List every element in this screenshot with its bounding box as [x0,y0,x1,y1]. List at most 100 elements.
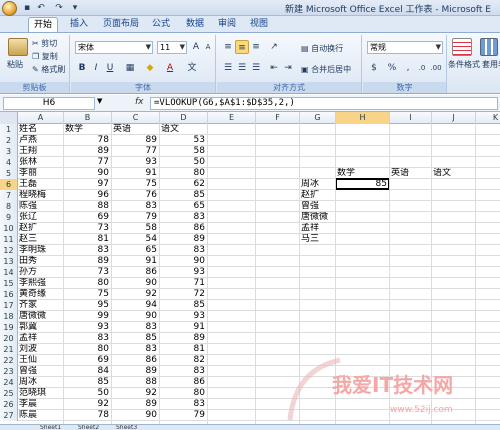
cell-c15[interactable]: 90 [112,278,160,288]
cell-g6[interactable]: 周冰 [300,179,336,189]
cell-a7[interactable]: 程晓梅 [18,190,64,200]
column-header-a[interactable]: A [18,112,64,124]
borders-icon[interactable]: ▦ [123,61,137,75]
save-icon[interactable]: ▪ [22,3,32,13]
row-header[interactable]: 9 [0,212,18,223]
cell-h5[interactable]: 数学 [336,168,390,178]
cell-b23[interactable]: 84 [64,366,112,376]
increase-indent-icon[interactable]: ⇥ [281,61,295,75]
cell-d5[interactable]: 80 [160,168,208,178]
cell-b25[interactable]: 50 [64,388,112,398]
cell-d9[interactable]: 83 [160,212,208,222]
redo-icon[interactable]: ↷ [54,3,64,13]
cell-c24[interactable]: 88 [112,377,160,387]
cell-c27[interactable]: 90 [112,410,160,420]
cell-c7[interactable]: 76 [112,190,160,200]
row-header[interactable]: 19 [0,322,18,333]
cell-g8[interactable]: 曾强 [300,201,336,211]
cell-c20[interactable]: 85 [112,333,160,343]
cell-b1[interactable]: 数学 [64,124,112,134]
cell-b13[interactable]: 89 [64,256,112,266]
decrease-font-icon[interactable]: A [201,40,215,54]
conditional-format-button[interactable]: 条件格式 [448,59,480,70]
row-header[interactable]: 1 [0,124,18,135]
cell-c19[interactable]: 83 [112,322,160,332]
row-header[interactable]: 11 [0,234,18,245]
decrease-indent-icon[interactable]: ⇤ [267,61,281,75]
conditional-format-icon[interactable] [452,38,472,56]
cell-a16[interactable]: 黄奇缘 [18,289,64,299]
font-color-icon[interactable]: A [163,61,177,75]
row-header[interactable]: 21 [0,344,18,355]
cell-c4[interactable]: 93 [112,157,160,167]
cell-b24[interactable]: 85 [64,377,112,387]
cell-b20[interactable]: 83 [64,333,112,343]
cell-c8[interactable]: 83 [112,201,160,211]
cell-a20[interactable]: 孟祥 [18,333,64,343]
column-header-b[interactable]: B [64,112,112,124]
row-header[interactable]: 5 [0,168,18,179]
table-format-button[interactable]: 套用表格式 [482,59,500,70]
align-center-icon[interactable]: ☰ [235,61,249,75]
cell-b2[interactable]: 78 [64,135,112,145]
row-header[interactable]: 4 [0,157,18,168]
cell-a5[interactable]: 李丽 [18,168,64,178]
cell-d8[interactable]: 65 [160,201,208,211]
cell-a10[interactable]: 赵扩 [18,223,64,233]
italic-icon[interactable]: I [89,61,103,75]
align-middle-icon[interactable]: ≡ [235,40,249,54]
cell-b18[interactable]: 99 [64,311,112,321]
paste-button[interactable]: 粘贴 [7,59,23,70]
column-header-f[interactable]: F [256,112,300,124]
cell-d12[interactable]: 83 [160,245,208,255]
cell-b9[interactable]: 69 [64,212,112,222]
cell-a4[interactable]: 张林 [18,157,64,167]
row-header[interactable]: 8 [0,201,18,212]
merge-center-button[interactable]: ▣ 合并后居中 [301,64,351,75]
row-header[interactable]: 25 [0,388,18,399]
cell-a25[interactable]: 范晓琪 [18,388,64,398]
cell-g11[interactable]: 马三 [300,234,336,244]
cell-b17[interactable]: 95 [64,300,112,310]
cell-d26[interactable]: 83 [160,399,208,409]
cell-c25[interactable]: 92 [112,388,160,398]
cell-a27[interactable]: 陈晨 [18,410,64,420]
cell-b11[interactable]: 81 [64,234,112,244]
cell-g7[interactable]: 赵扩 [300,190,336,200]
cell-a6[interactable]: 王磊 [18,179,64,189]
percent-icon[interactable]: % [385,61,399,75]
cell-a21[interactable]: 刘波 [18,344,64,354]
row-header[interactable]: 26 [0,399,18,410]
cell-d4[interactable]: 50 [160,157,208,167]
cell-d22[interactable]: 82 [160,355,208,365]
cell-b4[interactable]: 77 [64,157,112,167]
paste-icon[interactable] [8,38,28,56]
column-header-h[interactable]: H [336,112,390,124]
comma-icon[interactable]: , [401,61,415,75]
align-top-icon[interactable]: ≡ [221,40,235,54]
cell-d3[interactable]: 58 [160,146,208,156]
cell-c16[interactable]: 92 [112,289,160,299]
increase-decimal-icon[interactable]: .0 [415,61,429,75]
name-box-dropdown-icon[interactable]: ▼ [97,97,102,105]
cell-d23[interactable]: 83 [160,366,208,376]
column-header-i[interactable]: I [390,112,432,124]
cell-c9[interactable]: 79 [112,212,160,222]
row-header[interactable]: 7 [0,190,18,201]
row-header[interactable]: 17 [0,300,18,311]
number-format-select[interactable]: 常规 ▼ [367,41,443,54]
cell-d20[interactable]: 89 [160,333,208,343]
phonetic-icon[interactable]: 文 [185,61,199,75]
cell-a3[interactable]: 王翔 [18,146,64,156]
row-header[interactable]: 2 [0,135,18,146]
row-header[interactable]: 15 [0,278,18,289]
cell-b19[interactable]: 93 [64,322,112,332]
align-bottom-icon[interactable]: ≡ [249,40,263,54]
sheet-tab-3[interactable]: Sheet3 [116,425,137,430]
cell-c13[interactable]: 91 [112,256,160,266]
row-header[interactable]: 10 [0,223,18,234]
cell-c26[interactable]: 89 [112,399,160,409]
row-header[interactable]: 3 [0,146,18,157]
cell-c10[interactable]: 58 [112,223,160,233]
decrease-decimal-icon[interactable]: .00 [429,61,443,75]
